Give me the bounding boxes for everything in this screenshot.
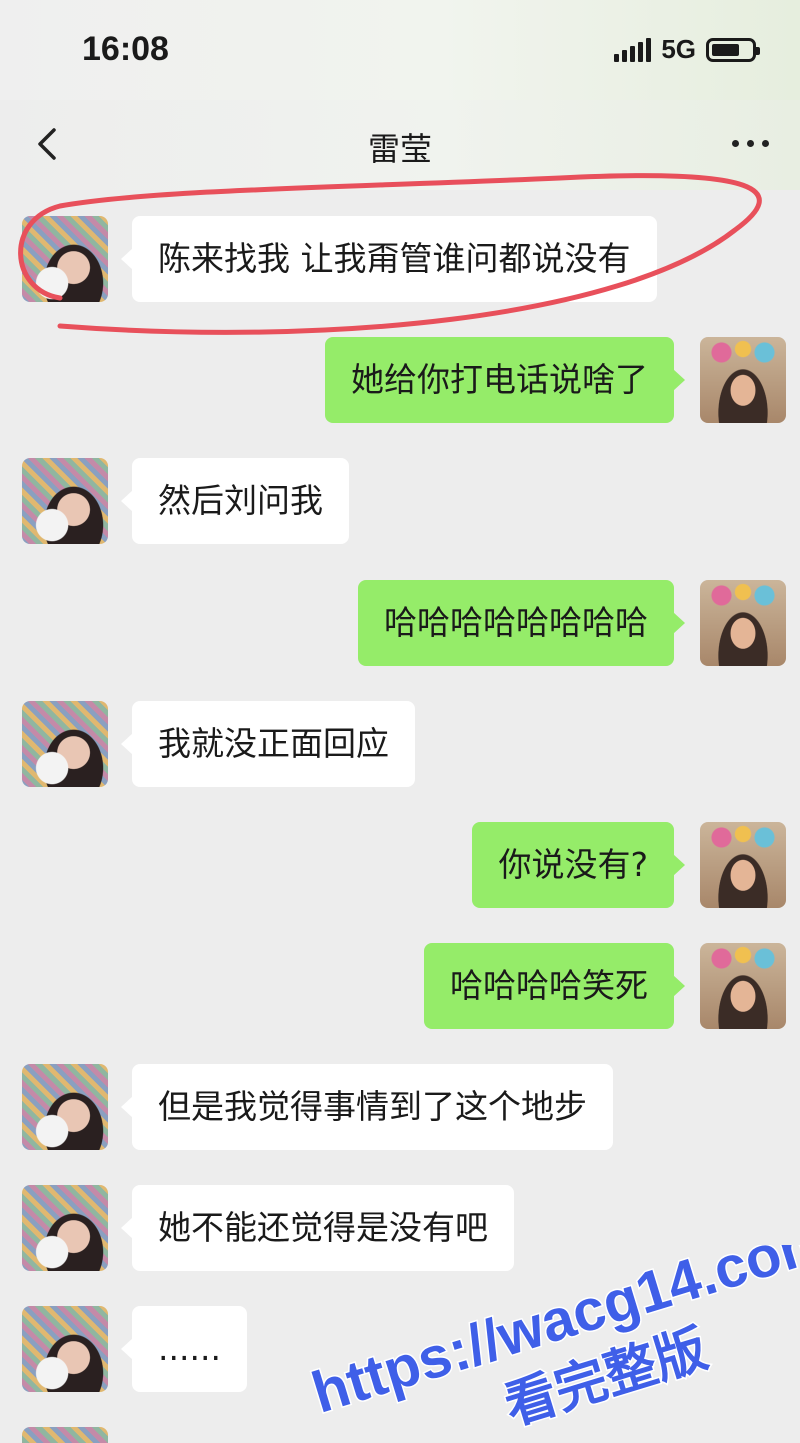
battery-level [712, 43, 739, 56]
message-outgoing: 哈哈哈哈哈哈哈哈 [0, 554, 800, 666]
message-list[interactable]: 陈来找我 让我甭管谁问都说没有 她给你打电话说啥了 然后刘问我 哈哈哈哈哈哈哈哈… [0, 190, 800, 1443]
message-outgoing: 她给你打电话说啥了 [0, 311, 800, 423]
message-bubble[interactable]: 但是我觉得事情到了这个地步 [121, 1064, 613, 1150]
message-bubble[interactable]: 哈哈哈哈笑死 [424, 943, 685, 1029]
message-bubble[interactable]: 你说没有? [472, 822, 685, 908]
self-avatar[interactable] [700, 943, 786, 1029]
status-bar: 16:08 5G [0, 0, 800, 100]
message-incoming: 我就没正面回应 [0, 675, 800, 787]
ellipsis-icon[interactable] [728, 128, 772, 158]
self-avatar[interactable] [700, 580, 786, 666]
message-incoming: 陈来找我 让我甭管谁问都说没有 [0, 190, 800, 302]
status-indicators: 5G [614, 34, 760, 65]
signal-icon [614, 37, 652, 62]
message-bubble[interactable]: 哈哈哈哈哈哈哈哈 [358, 580, 685, 666]
contact-avatar[interactable] [22, 458, 108, 544]
self-avatar[interactable] [700, 822, 786, 908]
message-incoming: 但是我觉得事情到了这个地步 [0, 1038, 800, 1150]
message-bubble[interactable]: 陈来找我 让我甭管谁问都说没有 [121, 216, 657, 302]
message-incoming: 然后刘问我 [0, 432, 800, 544]
chat-header: 雷莹 [0, 100, 800, 190]
contact-avatar[interactable] [22, 216, 108, 302]
message-outgoing: 哈哈哈哈笑死 [0, 917, 800, 1029]
message-incoming: ...... [0, 1280, 800, 1392]
message-outgoing: 你说没有? [0, 796, 800, 908]
contact-avatar[interactable] [22, 1185, 108, 1271]
self-avatar[interactable] [700, 337, 786, 423]
message-incoming-partial [0, 1401, 800, 1443]
message-bubble[interactable]: ...... [121, 1306, 247, 1392]
message-bubble[interactable]: 然后刘问我 [121, 458, 349, 544]
status-time: 16:08 [82, 30, 169, 68]
network-type: 5G [661, 34, 696, 64]
contact-avatar[interactable] [22, 1064, 108, 1150]
message-incoming: 她不能还觉得是没有吧 [0, 1159, 800, 1271]
chat-title: 雷莹 [367, 130, 432, 168]
message-bubble[interactable]: 她不能还觉得是没有吧 [121, 1185, 514, 1271]
message-bubble[interactable]: 她给你打电话说啥了 [325, 337, 685, 423]
contact-avatar[interactable] [22, 701, 108, 787]
contact-avatar[interactable] [22, 1306, 108, 1392]
contact-avatar[interactable] [22, 1427, 108, 1443]
battery-icon [706, 37, 760, 62]
message-bubble[interactable]: 我就没正面回应 [121, 701, 415, 787]
